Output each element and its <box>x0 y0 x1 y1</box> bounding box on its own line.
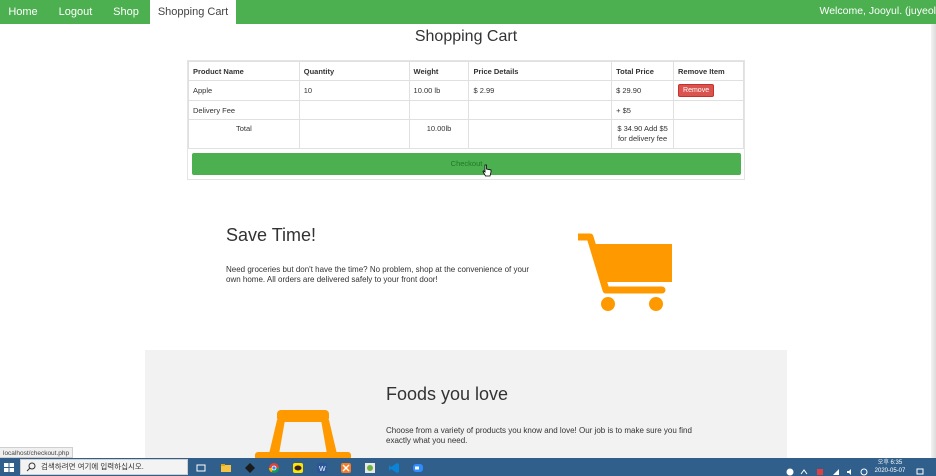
word-icon[interactable]: W <box>316 461 328 473</box>
table-header-row: Product Name Quantity Weight Price Detai… <box>188 61 744 81</box>
table-row: Delivery Fee + $5 <box>188 100 744 120</box>
nav-shop[interactable]: Shop <box>104 0 148 24</box>
basket-icon <box>255 410 351 458</box>
hand-cursor-icon <box>482 164 492 177</box>
remove-cell: Remove <box>673 80 744 101</box>
save-time-text: Need groceries but don't have the time? … <box>226 265 530 284</box>
cart-panel: Product Name Quantity Weight Price Detai… <box>187 60 745 180</box>
clock-time: 오후 6:35 <box>877 460 903 466</box>
volume-icon[interactable] <box>846 463 854 475</box>
file-explorer-icon[interactable] <box>220 461 232 473</box>
notification-icon[interactable] <box>916 463 924 475</box>
status-url: localhost/checkout.php <box>0 447 74 458</box>
clock[interactable]: 오후 6:35 2020-05-07 <box>872 459 908 475</box>
total-price: $ 34.90 Add $5 for delivery fee <box>611 119 675 149</box>
item-price: $ 2.99 <box>468 80 613 101</box>
svg-text:W: W <box>319 466 326 473</box>
foods-title: Foods you love <box>386 384 509 404</box>
col-quantity: Quantity <box>298 61 410 81</box>
total-price-line2: for delivery fee <box>617 134 668 143</box>
welcome-text: Welcome, Jooyul. (juyeol <box>819 5 936 17</box>
language-icon[interactable] <box>860 463 868 476</box>
vscode-icon[interactable] <box>388 461 400 473</box>
col-remove-item: Remove Item <box>673 61 744 81</box>
foods-text: Choose from a variety of products you kn… <box>386 426 692 445</box>
remove-button[interactable]: Remove <box>678 84 715 97</box>
table-row: Total 10.00lb $ 34.90 Add $5 for deliver… <box>188 119 744 149</box>
task-view-icon[interactable] <box>195 461 207 473</box>
taskbar: 검색하려면 여기에 입력하십시오. W 오후 6:35 2020-05-07 <box>0 458 936 476</box>
shopping-cart-icon <box>578 233 672 311</box>
nav-shopping-cart[interactable]: Shopping Cart <box>150 0 236 24</box>
nav-logout[interactable]: Logout <box>49 0 102 24</box>
checkout-button[interactable]: Checkout <box>192 153 741 175</box>
taskbar-search-input[interactable]: 검색하려면 여기에 입력하십시오. <box>20 459 188 475</box>
chevron-up-icon[interactable] <box>800 463 808 475</box>
kakaotalk-icon[interactable] <box>292 461 304 473</box>
item-quantity: 10 <box>298 80 410 101</box>
nav-home[interactable]: Home <box>0 0 46 24</box>
col-product-name: Product Name <box>188 61 300 81</box>
clock-date: 2020-05-07 <box>874 468 906 474</box>
navbar: Home Logout Shop Shopping Cart Welcome, … <box>0 0 936 24</box>
total-price-line1: $ 34.90 Add $5 <box>617 124 668 133</box>
zoom-icon[interactable] <box>412 461 424 473</box>
foods-section: Foods you love Choose from a variety of … <box>145 350 787 458</box>
app-green-icon[interactable] <box>364 461 376 473</box>
total-label: Total <box>188 119 300 149</box>
app-diamond-icon[interactable] <box>244 461 256 473</box>
scrollbar[interactable] <box>931 24 936 458</box>
item-total: $ 29.90 <box>611 80 675 101</box>
table-row: Apple 10 10.00 lb $ 2.99 $ 29.90 Remove <box>188 80 744 101</box>
chrome-icon[interactable] <box>268 461 280 473</box>
item-weight: 10.00 lb <box>408 80 470 101</box>
save-time-title: Save Time! <box>226 225 317 245</box>
windows-start-icon[interactable] <box>2 460 16 474</box>
browser-viewport: Home Logout Shop Shopping Cart Welcome, … <box>0 0 936 458</box>
item-name: Apple <box>188 80 300 101</box>
col-price-details: Price Details <box>468 61 613 81</box>
search-icon <box>26 462 36 472</box>
cart-table: Product Name Quantity Weight Price Detai… <box>188 61 744 149</box>
col-total-price: Total Price <box>611 61 675 81</box>
total-weight: 10.00lb <box>408 119 470 149</box>
xampp-icon[interactable] <box>340 461 352 473</box>
help-icon[interactable] <box>786 463 794 476</box>
tray-app-icon[interactable] <box>816 463 824 475</box>
page-title: Shopping Cart <box>414 28 518 45</box>
network-icon[interactable] <box>832 463 840 475</box>
col-weight: Weight <box>408 61 470 81</box>
delivery-label: Delivery Fee <box>188 100 300 120</box>
delivery-fee: + $5 <box>611 100 675 120</box>
